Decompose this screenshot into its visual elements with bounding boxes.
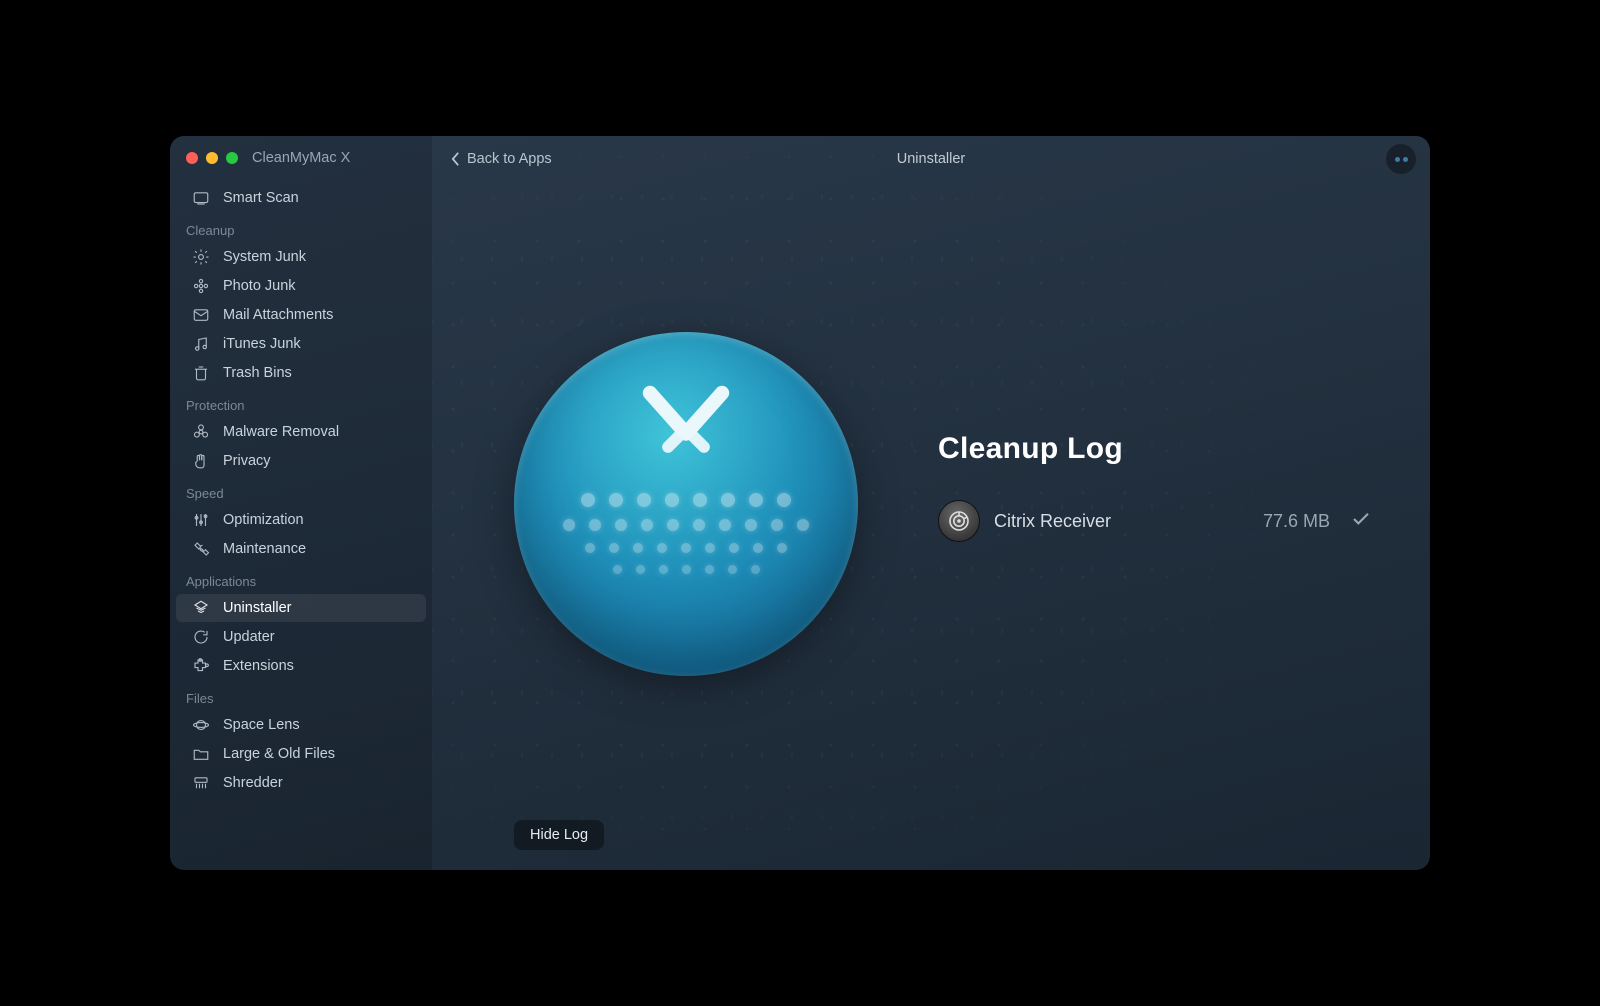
header: Back to Apps Uninstaller <box>432 136 1430 182</box>
gear-icon <box>192 248 210 266</box>
dot-icon <box>1395 157 1400 162</box>
sidebar-section-speed: Speed <box>170 476 432 505</box>
minimize-button[interactable] <box>206 152 218 164</box>
puzzle-icon <box>192 657 210 675</box>
sidebar-item-label: System Junk <box>223 249 306 265</box>
shower-dots <box>563 493 809 574</box>
sidebar-item-malware-removal[interactable]: Malware Removal <box>176 418 426 446</box>
dot-icon <box>1403 157 1408 162</box>
folder-icon <box>192 745 210 763</box>
sidebar-item-label: Mail Attachments <box>223 307 333 323</box>
sidebar-section-applications: Applications <box>170 564 432 593</box>
sidebar-item-privacy[interactable]: Privacy <box>176 447 426 475</box>
sidebar-section-files: Files <box>170 681 432 710</box>
sidebar-item-label: Optimization <box>223 512 304 528</box>
sidebar-item-label: Malware Removal <box>223 424 339 440</box>
music-icon <box>192 335 210 353</box>
sidebar-item-trash-bins[interactable]: Trash Bins <box>176 359 426 387</box>
chevron-left-icon <box>450 151 461 167</box>
sidebar-item-maintenance[interactable]: Maintenance <box>176 535 426 563</box>
hand-icon <box>192 452 210 470</box>
sidebar-item-label: Privacy <box>223 453 271 469</box>
sidebar-item-label: Large & Old Files <box>223 746 335 762</box>
sidebar-item-itunes-junk[interactable]: iTunes Junk <box>176 330 426 358</box>
log-app-size: 77.6 MB <box>1263 511 1330 532</box>
shredder-icon <box>192 774 210 792</box>
sidebar-item-label: iTunes Junk <box>223 336 301 352</box>
back-button[interactable]: Back to Apps <box>450 151 552 167</box>
log-app-name: Citrix Receiver <box>994 511 1249 532</box>
x-mark-icon <box>632 384 740 479</box>
fullscreen-button[interactable] <box>226 152 238 164</box>
sidebar-item-photo-junk[interactable]: Photo Junk <box>176 272 426 300</box>
sidebar-item-mail-attachments[interactable]: Mail Attachments <box>176 301 426 329</box>
window-controls <box>186 152 238 164</box>
sidebar-item-label: Photo Junk <box>223 278 296 294</box>
assistant-button[interactable] <box>1386 144 1416 174</box>
trash-icon <box>192 364 210 382</box>
check-icon <box>1352 512 1370 531</box>
uninstall-icon <box>192 599 210 617</box>
planet-icon <box>192 716 210 734</box>
sliders-icon <box>192 511 210 529</box>
sidebar-item-large-old-files[interactable]: Large & Old Files <box>176 740 426 768</box>
biohazard-icon <box>192 423 210 441</box>
sidebar-item-label: Maintenance <box>223 541 306 557</box>
refresh-icon <box>192 628 210 646</box>
flower-icon <box>192 277 210 295</box>
sidebar-item-label: Uninstaller <box>223 600 292 616</box>
hide-log-button[interactable]: Hide Log <box>514 820 604 850</box>
mail-icon <box>192 306 210 324</box>
sidebar-section-cleanup: Cleanup <box>170 213 432 242</box>
sidebar-item-label: Space Lens <box>223 717 300 733</box>
sidebar-item-space-lens[interactable]: Space Lens <box>176 711 426 739</box>
sidebar-item-shredder[interactable]: Shredder <box>176 769 426 797</box>
cleanup-log-heading: Cleanup Log <box>938 432 1370 466</box>
sidebar-item-uninstaller[interactable]: Uninstaller <box>176 594 426 622</box>
sidebar-section-protection: Protection <box>170 388 432 417</box>
sidebar-item-optimization[interactable]: Optimization <box>176 506 426 534</box>
wrench-icon <box>192 540 210 558</box>
sidebar-item-label: Trash Bins <box>223 365 292 381</box>
titlebar: CleanMyMac X <box>170 150 432 180</box>
close-button[interactable] <box>186 152 198 164</box>
sidebar-item-updater[interactable]: Updater <box>176 623 426 651</box>
app-title: CleanMyMac X <box>252 150 350 166</box>
sidebar-item-label: Shredder <box>223 775 283 791</box>
sidebar-item-label: Updater <box>223 629 275 645</box>
sidebar-item-label: Smart Scan <box>223 190 299 206</box>
app-window: CleanMyMac X Smart Scan Cleanup System J… <box>170 136 1430 870</box>
main-panel: Back to Apps Uninstaller <box>432 136 1430 870</box>
cleanup-hero-icon <box>514 332 858 676</box>
sidebar-nav: Smart Scan Cleanup System Junk Photo Jun… <box>170 180 432 870</box>
sidebar-item-extensions[interactable]: Extensions <box>176 652 426 680</box>
gauge-icon <box>192 189 210 207</box>
sidebar-item-smart-scan[interactable]: Smart Scan <box>176 184 426 212</box>
sidebar-item-label: Extensions <box>223 658 294 674</box>
back-label: Back to Apps <box>467 151 552 167</box>
cleanup-log: Cleanup Log Citrix Receiver 77.6 MB <box>938 432 1370 542</box>
sidebar-item-system-junk[interactable]: System Junk <box>176 243 426 271</box>
page-title: Uninstaller <box>897 151 966 167</box>
log-row[interactable]: Citrix Receiver 77.6 MB <box>938 500 1370 542</box>
sidebar: CleanMyMac X Smart Scan Cleanup System J… <box>170 136 432 870</box>
citrix-receiver-icon <box>938 500 980 542</box>
